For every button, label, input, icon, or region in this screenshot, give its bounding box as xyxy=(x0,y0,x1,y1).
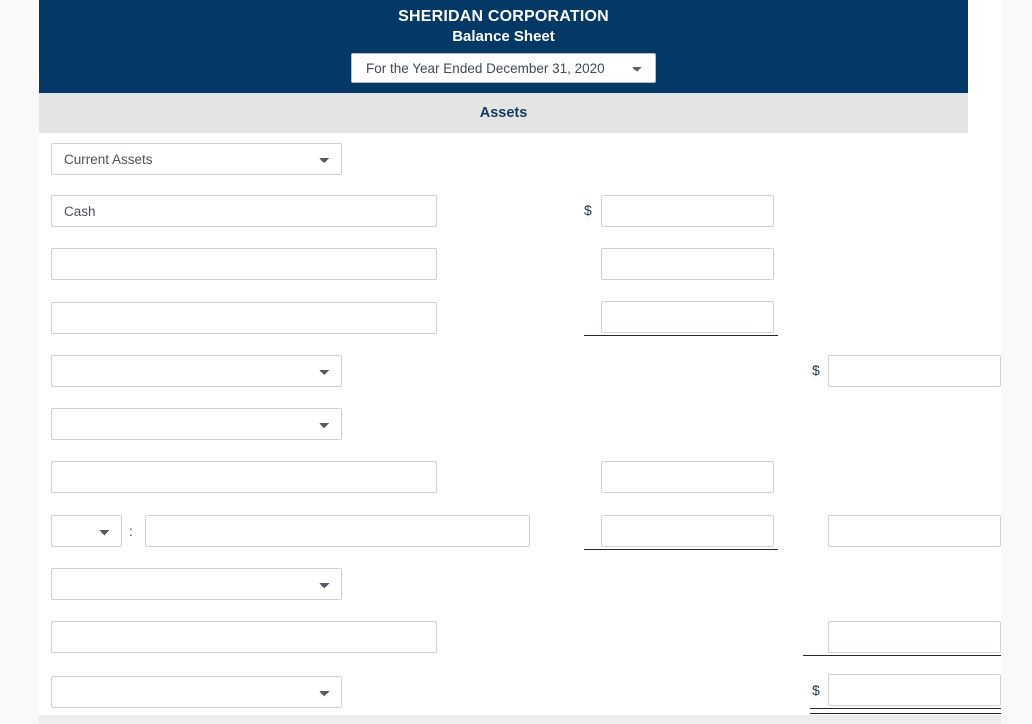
subtotal-rule-3 xyxy=(803,655,1001,656)
statement-title: Balance Sheet xyxy=(452,28,555,45)
total-label-select[interactable] xyxy=(51,676,342,708)
subtotal-label-select-c[interactable] xyxy=(51,568,342,600)
balance-sheet-page: SHERIDAN CORPORATION Balance Sheet For t… xyxy=(0,0,1032,724)
line-item-label-4[interactable] xyxy=(51,461,437,493)
amount-col1-row4[interactable] xyxy=(601,461,774,493)
period-select-wrapper: For the Year Ended December 31, 2020 xyxy=(39,53,968,83)
amount-col1-row5[interactable] xyxy=(601,515,774,547)
dollar-sign-total: $ xyxy=(812,682,820,698)
worksheet-panel: SHERIDAN CORPORATION Balance Sheet For t… xyxy=(39,0,1001,715)
company-name: SHERIDAN CORPORATION xyxy=(398,8,609,25)
section-title: Assets xyxy=(479,105,528,121)
amount-col2-row2[interactable] xyxy=(828,515,1001,547)
line-item-label-2[interactable] xyxy=(51,248,437,280)
subtotal-rule-2 xyxy=(584,549,778,550)
colon-separator: : xyxy=(129,523,133,539)
line-item-label-3[interactable] xyxy=(51,302,437,334)
line-item-label-5[interactable] xyxy=(145,515,530,547)
asset-category-select[interactable]: Current Assets xyxy=(51,143,342,175)
amount-total[interactable] xyxy=(828,674,1001,706)
subtotal-rule-1 xyxy=(584,335,778,336)
subtotal-label-select-b[interactable] xyxy=(51,408,342,440)
statement-header: SHERIDAN CORPORATION Balance Sheet For t… xyxy=(39,0,968,93)
amount-col1-row3[interactable] xyxy=(601,301,774,333)
amount-col2-row3[interactable] xyxy=(828,621,1001,653)
amount-col2-row1[interactable] xyxy=(828,355,1001,387)
grand-total-double-rule xyxy=(810,708,1001,714)
section-header-assets: Assets xyxy=(39,93,968,133)
dollar-sign-col1-row1: $ xyxy=(584,202,592,218)
amount-col1-row1[interactable] xyxy=(601,195,774,227)
panel-footer-strip xyxy=(39,715,1001,724)
line-item-prefix-select[interactable] xyxy=(51,515,122,547)
period-select[interactable]: For the Year Ended December 31, 2020 xyxy=(351,53,656,83)
line-item-label-1[interactable] xyxy=(51,195,437,227)
dollar-sign-col2-row1: $ xyxy=(812,362,820,378)
subtotal-label-select-a[interactable] xyxy=(51,355,342,387)
line-item-label-6[interactable] xyxy=(51,621,437,653)
amount-col1-row2[interactable] xyxy=(601,248,774,280)
